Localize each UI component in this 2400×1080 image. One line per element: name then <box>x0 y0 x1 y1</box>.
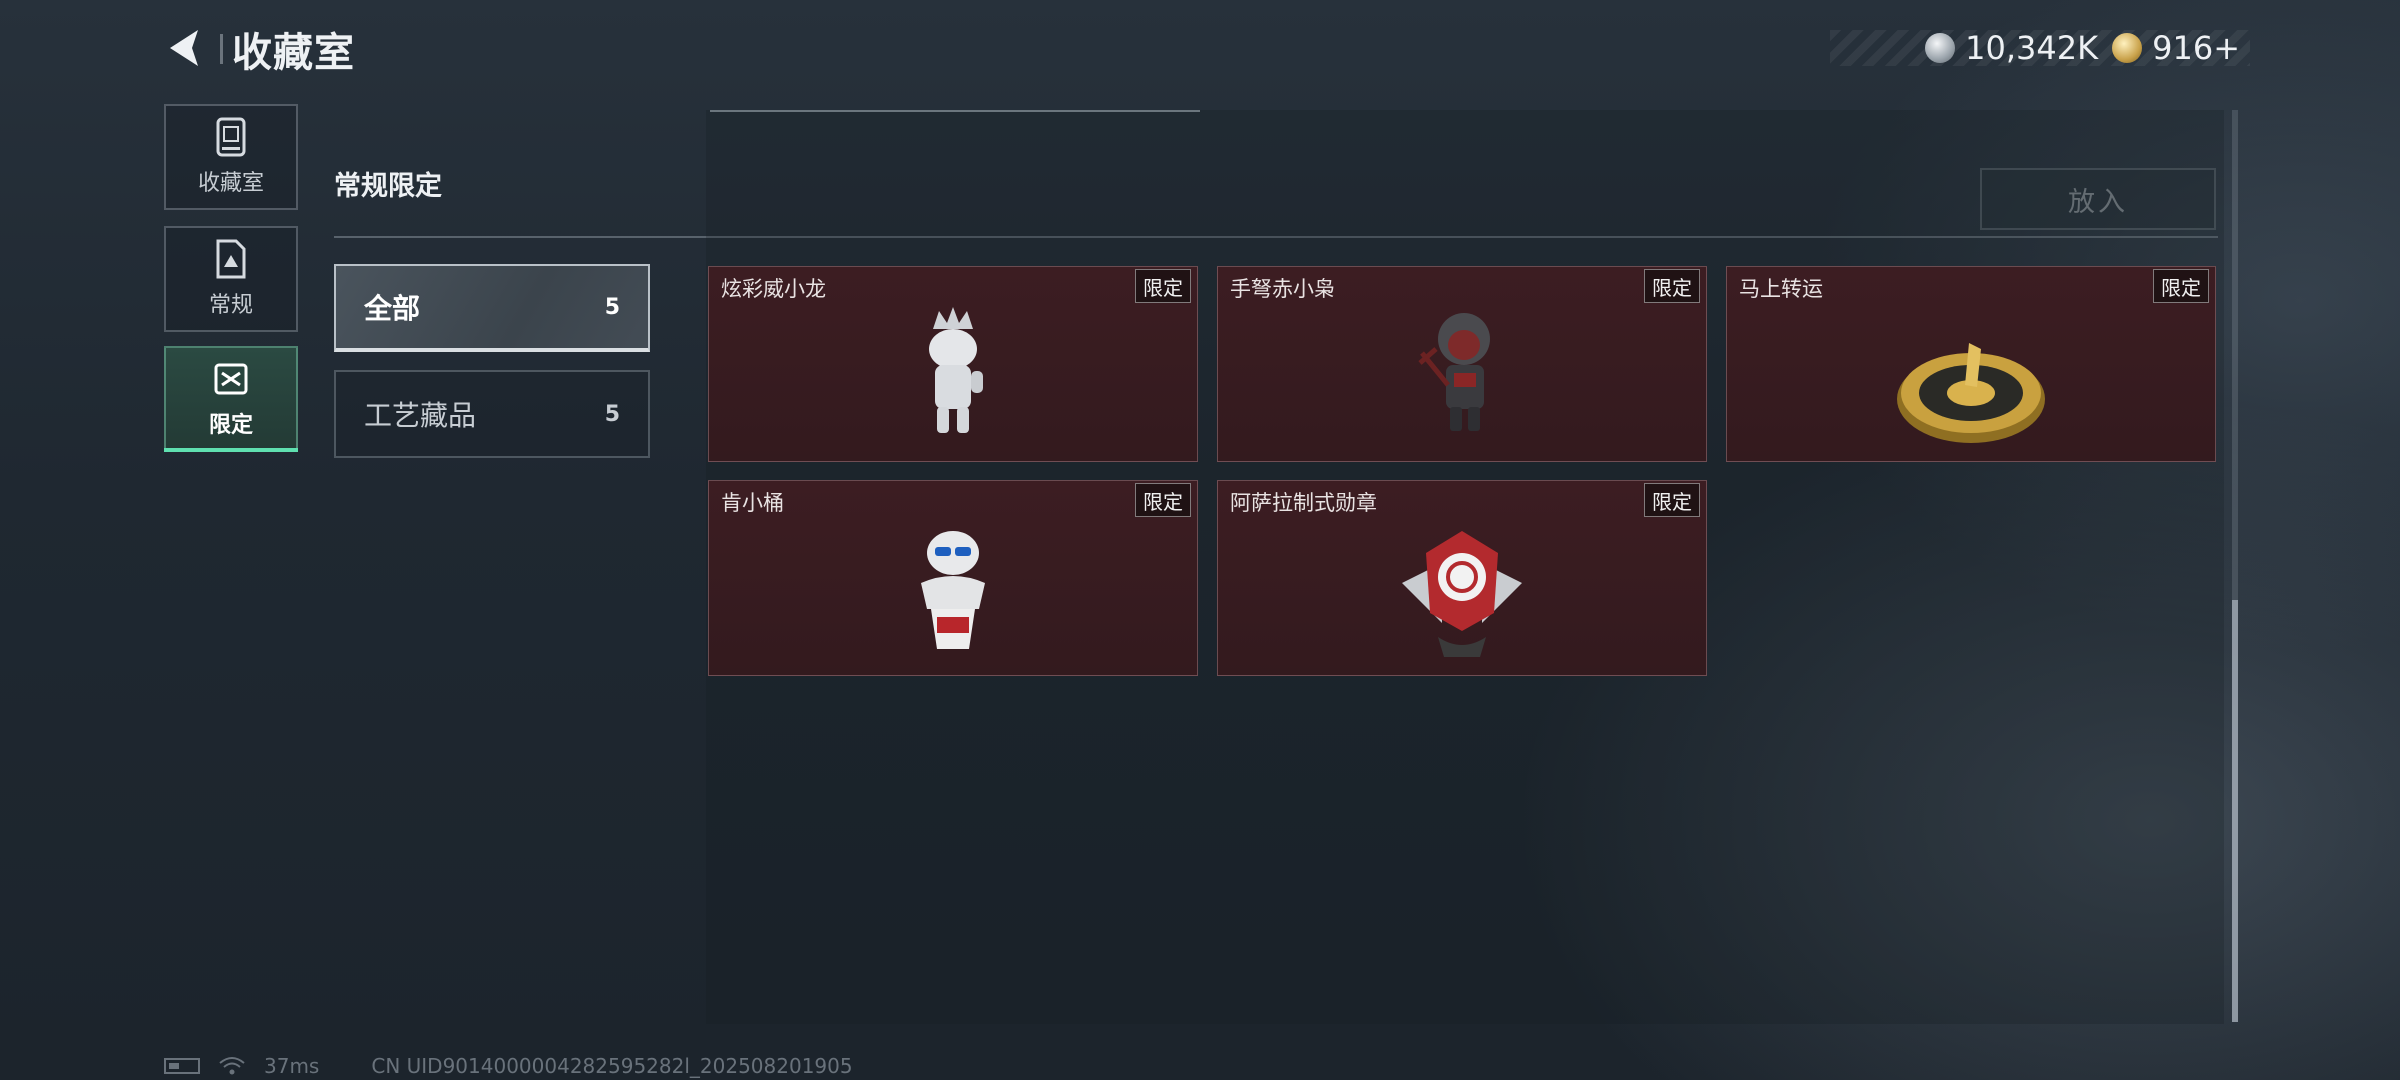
item-name: 肯小桶 <box>721 491 784 515</box>
hooded-crossbow-figure-icon <box>1418 313 1490 431</box>
winged-medal-icon <box>1402 531 1522 657</box>
limited-badge: 限定 <box>1644 483 1700 517</box>
item-name: 马上转运 <box>1739 277 1823 301</box>
back-arrow-icon <box>170 30 198 66</box>
nav-label: 收藏室 <box>197 171 264 196</box>
item-card[interactable]: 阿萨拉制式勋章 限定 <box>1217 480 1707 676</box>
item-name: 手弩赤小枭 <box>1230 277 1335 301</box>
item-card[interactable]: 手弩赤小枭 限定 <box>1217 266 1707 462</box>
item-name: 阿萨拉制式勋章 <box>1230 491 1377 515</box>
nav-active-indicator <box>164 448 298 452</box>
filter-count: 5 <box>604 294 620 320</box>
white-dragon-figure-icon <box>929 307 983 433</box>
currency-gold[interactable]: 916+ <box>2112 29 2240 67</box>
currency-silver[interactable]: 10,342K <box>1925 29 2098 67</box>
title-separator <box>220 34 223 64</box>
golden-compass-icon <box>1897 343 2045 443</box>
filter-all[interactable]: 全部 5 <box>334 264 650 352</box>
filter-count: 5 <box>604 401 620 427</box>
back-button[interactable] <box>162 24 210 72</box>
currency-silver-value: 10,342K <box>1965 29 2099 67</box>
gold-coin-icon <box>2112 33 2143 63</box>
nav-item-collection-room[interactable]: 收藏室 <box>164 104 298 210</box>
nav-label: 限定 <box>208 413 253 438</box>
scrollbar-thumb[interactable] <box>2232 600 2238 1022</box>
nav-item-regular[interactable]: 常规 <box>164 226 298 332</box>
nav-item-limited[interactable]: 限定 <box>164 346 298 452</box>
limited-icon <box>214 363 248 395</box>
document-icon <box>216 239 246 279</box>
limited-badge: 限定 <box>1644 269 1700 303</box>
currency-gold-value: 916+ <box>2152 29 2240 67</box>
filter-label: 工艺藏品 <box>364 399 477 432</box>
item-name: 炫彩威小龙 <box>721 277 826 301</box>
wifi-icon <box>219 1057 245 1075</box>
battery-icon <box>164 1058 200 1074</box>
item-card[interactable]: 炫彩威小龙 限定 <box>708 266 1198 462</box>
ping-text: 37ms <box>264 1054 320 1078</box>
nav-label: 常规 <box>208 293 253 318</box>
uid-text: CN UID9014000004282595282l_202508201905 <box>371 1054 853 1078</box>
currency-bar: 10,342K 916+ <box>1830 29 2250 67</box>
limited-badge: 限定 <box>1135 269 1191 303</box>
silver-coin-icon <box>1925 33 1956 63</box>
limited-badge: 限定 <box>1135 483 1191 517</box>
status-bar: 37ms CN UID9014000004282595282l_20250820… <box>164 1054 853 1078</box>
limited-badge: 限定 <box>2153 269 2209 303</box>
filter-craft-collectibles[interactable]: 工艺藏品 5 <box>334 370 650 458</box>
item-card[interactable]: 马上转运 限定 <box>1726 266 2216 462</box>
scrolled-card-edge <box>710 88 1200 112</box>
section-title: 常规限定 <box>334 171 442 202</box>
page-title: 收藏室 <box>232 30 355 76</box>
filter-label: 全部 <box>364 292 421 325</box>
cabinet-icon <box>216 117 246 157</box>
colonel-bucket-figure-icon <box>921 531 985 649</box>
item-card[interactable]: 肯小桶 限定 <box>708 480 1198 676</box>
